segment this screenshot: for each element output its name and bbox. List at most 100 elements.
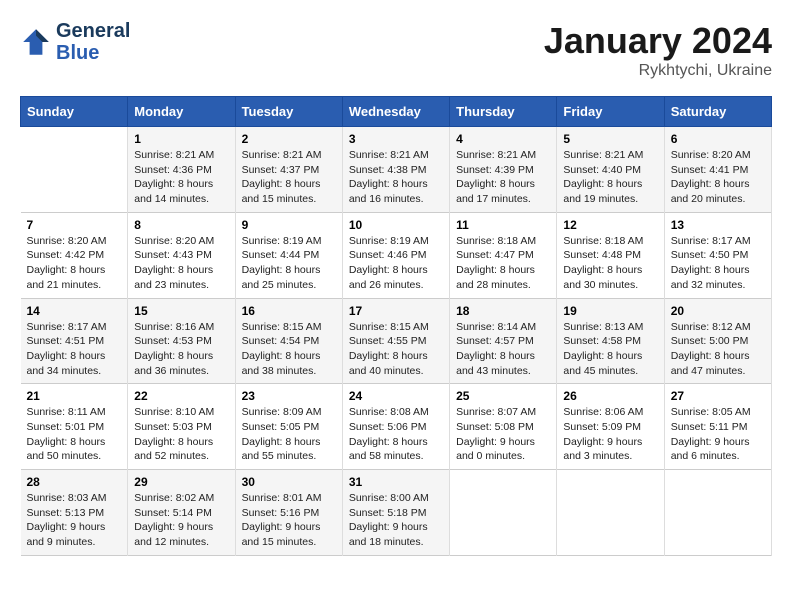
- logo-icon: [20, 26, 52, 58]
- day-cell: 26Sunrise: 8:06 AM Sunset: 5:09 PM Dayli…: [557, 384, 664, 470]
- location: Rykhtychi, Ukraine: [544, 62, 772, 80]
- day-cell: [664, 470, 771, 556]
- day-info: Sunrise: 8:21 AM Sunset: 4:39 PM Dayligh…: [456, 148, 550, 207]
- day-cell: 24 Sunrise: 8:08 AM Sunset: 5:06 PM Dayli…: [342, 384, 449, 470]
- day-cell: 10Sunrise: 8:19 AM Sunset: 4:46 PM Dayli…: [342, 212, 449, 298]
- day-number: 24: [349, 389, 443, 403]
- week-row-5: 28 Sunrise: 8:03 AM Sunset: 5:13 PM Dayli…: [21, 470, 772, 556]
- logo: General Blue: [20, 20, 130, 64]
- day-number: 14: [27, 304, 122, 318]
- weekday-header-thursday: Thursday: [450, 97, 557, 127]
- weekday-header-tuesday: Tuesday: [235, 97, 342, 127]
- day-info: Sunrise: 8:03 AM Sunset: 5:13 PM Dayligh…: [27, 491, 122, 550]
- day-cell: 6Sunrise: 8:20 AM Sunset: 4:41 PM Daylig…: [664, 127, 771, 213]
- day-info: Sunrise: 8:21 AM Sunset: 4:38 PM Dayligh…: [349, 148, 443, 207]
- day-info: Sunrise: 8:10 AM Sunset: 5:03 PM Dayligh…: [134, 405, 228, 464]
- month-title: January 2024: [544, 20, 772, 62]
- day-cell: 8 Sunrise: 8:20 AM Sunset: 4:43 PM Daylig…: [128, 212, 235, 298]
- day-number: 8: [134, 218, 228, 232]
- week-row-3: 14 Sunrise: 8:17 AM Sunset: 4:51 PM Dayli…: [21, 298, 772, 384]
- day-info: Sunrise: 8:00 AM Sunset: 5:18 PM Dayligh…: [349, 491, 443, 550]
- day-info: Sunrise: 8:17 AM Sunset: 4:51 PM Dayligh…: [27, 320, 122, 379]
- week-row-1: 1Sunrise: 8:21 AM Sunset: 4:36 PM Daylig…: [21, 127, 772, 213]
- day-info: Sunrise: 8:21 AM Sunset: 4:40 PM Dayligh…: [563, 148, 657, 207]
- day-cell: 29 Sunrise: 8:02 AM Sunset: 5:14 PM Dayli…: [128, 470, 235, 556]
- weekday-header-row: SundayMondayTuesdayWednesdayThursdayFrid…: [21, 97, 772, 127]
- day-number: 5: [563, 132, 657, 146]
- day-cell: 27 Sunrise: 8:05 AM Sunset: 5:11 PM Dayli…: [664, 384, 771, 470]
- day-info: Sunrise: 8:15 AM Sunset: 4:55 PM Dayligh…: [349, 320, 443, 379]
- page-header: General Blue January 2024 Rykhtychi, Ukr…: [20, 20, 772, 80]
- day-number: 20: [671, 304, 765, 318]
- day-number: 13: [671, 218, 765, 232]
- day-number: 3: [349, 132, 443, 146]
- day-info: Sunrise: 8:16 AM Sunset: 4:53 PM Dayligh…: [134, 320, 228, 379]
- day-cell: 30Sunrise: 8:01 AM Sunset: 5:16 PM Dayli…: [235, 470, 342, 556]
- day-cell: [450, 470, 557, 556]
- day-info: Sunrise: 8:05 AM Sunset: 5:11 PM Dayligh…: [671, 405, 765, 464]
- day-info: Sunrise: 8:02 AM Sunset: 5:14 PM Dayligh…: [134, 491, 228, 550]
- logo-name-line1: General: [56, 20, 130, 42]
- logo-name-line2: Blue: [56, 42, 130, 64]
- day-info: Sunrise: 8:11 AM Sunset: 5:01 PM Dayligh…: [27, 405, 122, 464]
- day-number: 25: [456, 389, 550, 403]
- day-number: 16: [242, 304, 336, 318]
- day-cell: 1Sunrise: 8:21 AM Sunset: 4:36 PM Daylig…: [128, 127, 235, 213]
- day-cell: 13 Sunrise: 8:17 AM Sunset: 4:50 PM Dayli…: [664, 212, 771, 298]
- day-info: Sunrise: 8:20 AM Sunset: 4:42 PM Dayligh…: [27, 234, 122, 293]
- day-cell: 4 Sunrise: 8:21 AM Sunset: 4:39 PM Daylig…: [450, 127, 557, 213]
- weekday-header-saturday: Saturday: [664, 97, 771, 127]
- weekday-header-monday: Monday: [128, 97, 235, 127]
- day-cell: 3 Sunrise: 8:21 AM Sunset: 4:38 PM Daylig…: [342, 127, 449, 213]
- day-info: Sunrise: 8:18 AM Sunset: 4:48 PM Dayligh…: [563, 234, 657, 293]
- day-cell: [21, 127, 128, 213]
- day-number: 18: [456, 304, 550, 318]
- day-cell: 31Sunrise: 8:00 AM Sunset: 5:18 PM Dayli…: [342, 470, 449, 556]
- day-cell: 21 Sunrise: 8:11 AM Sunset: 5:01 PM Dayli…: [21, 384, 128, 470]
- day-cell: 14 Sunrise: 8:17 AM Sunset: 4:51 PM Dayli…: [21, 298, 128, 384]
- day-info: Sunrise: 8:07 AM Sunset: 5:08 PM Dayligh…: [456, 405, 550, 464]
- day-number: 17: [349, 304, 443, 318]
- weekday-header-friday: Friday: [557, 97, 664, 127]
- weekday-header-wednesday: Wednesday: [342, 97, 449, 127]
- day-number: 22: [134, 389, 228, 403]
- day-cell: 22 Sunrise: 8:10 AM Sunset: 5:03 PM Dayli…: [128, 384, 235, 470]
- day-info: Sunrise: 8:20 AM Sunset: 4:41 PM Dayligh…: [671, 148, 765, 207]
- day-number: 21: [27, 389, 122, 403]
- day-cell: 7 Sunrise: 8:20 AM Sunset: 4:42 PM Daylig…: [21, 212, 128, 298]
- day-cell: 12Sunrise: 8:18 AM Sunset: 4:48 PM Dayli…: [557, 212, 664, 298]
- day-info: Sunrise: 8:08 AM Sunset: 5:06 PM Dayligh…: [349, 405, 443, 464]
- day-info: Sunrise: 8:20 AM Sunset: 4:43 PM Dayligh…: [134, 234, 228, 293]
- day-cell: 2 Sunrise: 8:21 AM Sunset: 4:37 PM Daylig…: [235, 127, 342, 213]
- day-info: Sunrise: 8:21 AM Sunset: 4:37 PM Dayligh…: [242, 148, 336, 207]
- day-cell: 5 Sunrise: 8:21 AM Sunset: 4:40 PM Daylig…: [557, 127, 664, 213]
- day-number: 29: [134, 475, 228, 489]
- day-info: Sunrise: 8:09 AM Sunset: 5:05 PM Dayligh…: [242, 405, 336, 464]
- day-number: 7: [27, 218, 122, 232]
- title-block: January 2024 Rykhtychi, Ukraine: [544, 20, 772, 80]
- day-number: 30: [242, 475, 336, 489]
- day-number: 11: [456, 218, 550, 232]
- day-info: Sunrise: 8:06 AM Sunset: 5:09 PM Dayligh…: [563, 405, 657, 464]
- day-info: Sunrise: 8:19 AM Sunset: 4:44 PM Dayligh…: [242, 234, 336, 293]
- day-cell: 18 Sunrise: 8:14 AM Sunset: 4:57 PM Dayli…: [450, 298, 557, 384]
- day-info: Sunrise: 8:14 AM Sunset: 4:57 PM Dayligh…: [456, 320, 550, 379]
- day-number: 27: [671, 389, 765, 403]
- day-info: Sunrise: 8:13 AM Sunset: 4:58 PM Dayligh…: [563, 320, 657, 379]
- day-number: 28: [27, 475, 122, 489]
- day-number: 4: [456, 132, 550, 146]
- day-info: Sunrise: 8:17 AM Sunset: 4:50 PM Dayligh…: [671, 234, 765, 293]
- day-number: 19: [563, 304, 657, 318]
- day-cell: 23Sunrise: 8:09 AM Sunset: 5:05 PM Dayli…: [235, 384, 342, 470]
- day-number: 1: [134, 132, 228, 146]
- day-cell: 19 Sunrise: 8:13 AM Sunset: 4:58 PM Dayli…: [557, 298, 664, 384]
- day-info: Sunrise: 8:15 AM Sunset: 4:54 PM Dayligh…: [242, 320, 336, 379]
- day-cell: 9Sunrise: 8:19 AM Sunset: 4:44 PM Daylig…: [235, 212, 342, 298]
- day-cell: 20Sunrise: 8:12 AM Sunset: 5:00 PM Dayli…: [664, 298, 771, 384]
- day-number: 10: [349, 218, 443, 232]
- day-cell: 11Sunrise: 8:18 AM Sunset: 4:47 PM Dayli…: [450, 212, 557, 298]
- day-cell: 16 Sunrise: 8:15 AM Sunset: 4:54 PM Dayli…: [235, 298, 342, 384]
- day-number: 15: [134, 304, 228, 318]
- day-number: 2: [242, 132, 336, 146]
- weekday-header-sunday: Sunday: [21, 97, 128, 127]
